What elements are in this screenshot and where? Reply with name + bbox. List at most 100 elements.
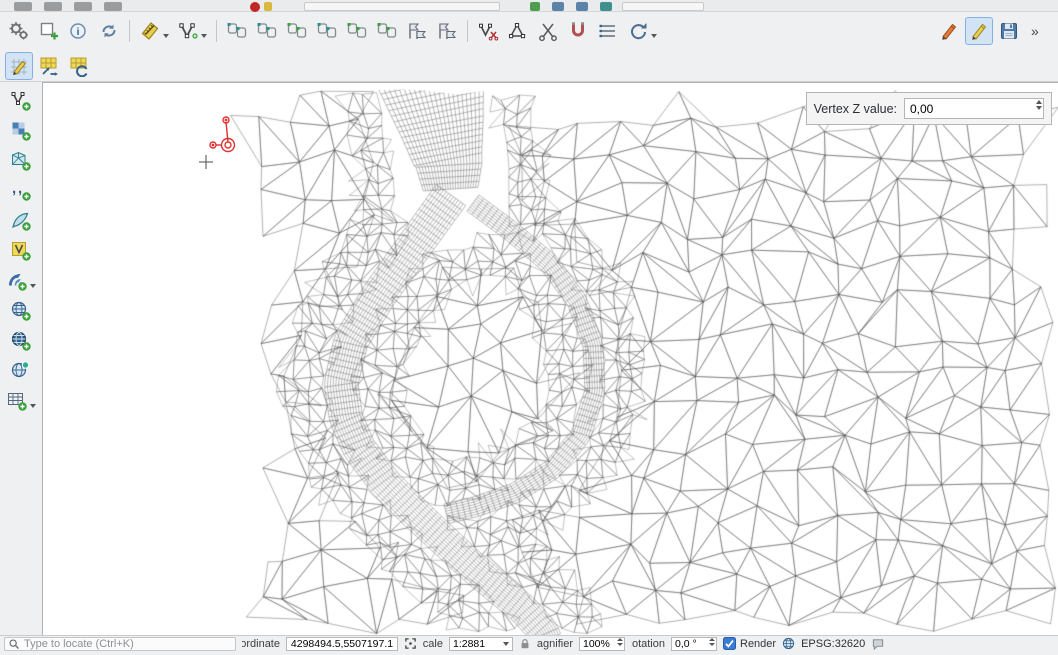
chevron-down-icon[interactable] [30, 284, 36, 288]
vertex-z-input[interactable] [904, 98, 1044, 119]
globePin-glyph [10, 360, 32, 382]
chevron-down-icon[interactable] [30, 404, 36, 408]
add-delimited-text-layer-button[interactable]: ,, [7, 177, 35, 205]
flags-glyph [406, 20, 428, 42]
magnifier-label: Magnifier [537, 638, 573, 650]
scissors-glyph [537, 20, 559, 42]
render-checkbox[interactable]: Render [723, 637, 776, 650]
infoCircle-glyph: i [68, 20, 90, 42]
scale-label: Scale [423, 638, 443, 650]
chevron-down-icon[interactable] [651, 34, 657, 38]
plusSquare-glyph [38, 20, 60, 42]
add-wcs-layer-button[interactable] [7, 297, 35, 325]
add-raster-layer-button[interactable] [7, 117, 35, 145]
refresh-button[interactable] [95, 17, 123, 45]
toggle-edits-pencil-button[interactable] [935, 17, 963, 45]
add-table-layer-button[interactable] [3, 387, 39, 415]
rasterAdd-glyph [10, 120, 32, 142]
current-edits-gears-button[interactable] [5, 17, 33, 45]
chevron-down-icon[interactable] [503, 642, 509, 646]
add-wms-layer-button[interactable] [3, 267, 39, 295]
vsciss-glyph [477, 20, 499, 42]
messages-icon[interactable] [871, 637, 885, 650]
select-mesh-elements-1-button[interactable] [223, 17, 251, 45]
record-icon [250, 2, 260, 12]
transform-vertices-button[interactable] [35, 52, 63, 80]
gears-glyph [8, 20, 30, 42]
save-glyph [998, 20, 1020, 42]
cropped-icon [600, 2, 612, 11]
pairG-glyph [346, 20, 368, 42]
magnet-glyph [567, 20, 589, 42]
add-virtual-layer-button[interactable] [7, 237, 35, 265]
split-faces-button[interactable] [534, 17, 562, 45]
toolbar-overflow-button[interactable]: » [1025, 17, 1053, 45]
rotation-spin[interactable] [671, 637, 717, 651]
add-spatialite-layer-button[interactable] [7, 207, 35, 235]
globePlus-glyph [10, 300, 32, 322]
save-edits-button[interactable] [995, 17, 1023, 45]
digitize-mesh-elements-button[interactable] [5, 52, 33, 80]
cropped-icon [44, 2, 62, 11]
select-mesh-elements-3-button[interactable] [283, 17, 311, 45]
chevron-down-icon[interactable] [163, 34, 169, 38]
cropped-icon [576, 2, 588, 11]
spin-down-icon[interactable] [1036, 106, 1042, 110]
nodes-glyph [507, 20, 529, 42]
vertex-z-spinner[interactable] [1036, 100, 1042, 110]
coordinate-input[interactable] [286, 637, 398, 651]
crs-label[interactable]: EPSG:32620 [801, 638, 865, 650]
rotate-vertices-button[interactable] [624, 17, 660, 45]
globeDark-glyph [10, 330, 32, 352]
add-arcgis-layer-button[interactable] [7, 357, 35, 385]
extents-icon[interactable] [404, 637, 417, 650]
chevron-down-icon[interactable] [201, 34, 207, 38]
toolbar-separator [129, 20, 130, 42]
svg-text:»: » [1031, 23, 1039, 39]
digitize-mesh-vertices-button[interactable] [174, 17, 210, 45]
checkbox-checked-icon[interactable] [723, 637, 736, 650]
magnifier-spin[interactable] [579, 637, 625, 651]
cropped-icon [14, 2, 32, 11]
select-mesh-elements-6-button[interactable] [373, 17, 401, 45]
select-mesh-elements-4-button[interactable] [313, 17, 341, 45]
toolbar-separator [467, 20, 468, 42]
add-mesh-layer-button[interactable] [7, 147, 35, 175]
flags-glyph [436, 20, 458, 42]
snapping-magnet-button[interactable] [564, 17, 592, 45]
rotate-glyph [627, 20, 649, 42]
rotation-spinner[interactable] [709, 638, 715, 646]
magnifier-spinner[interactable] [617, 638, 623, 646]
pencilOrange-glyph [938, 20, 960, 42]
crs-globe-icon[interactable] [782, 637, 795, 650]
remove-vertices-button[interactable] [474, 17, 502, 45]
map-canvas[interactable]: Vertex Z value: [42, 82, 1058, 635]
toolbar-separator [216, 20, 217, 42]
add-wfs-layer-button[interactable] [7, 327, 35, 355]
reindex-mesh-button[interactable] [65, 52, 93, 80]
status-bar: Type to locate (Ctrl+K) Coordinate Scale… [0, 635, 1058, 651]
vertex-z-label: Vertex Z value: [814, 102, 897, 116]
add-part-button[interactable] [35, 17, 63, 45]
pencilGrid-glyph [8, 55, 30, 77]
cropped-icon [552, 2, 564, 11]
face-tool-button[interactable] [504, 17, 532, 45]
force-by-polygon-1-button[interactable] [403, 17, 431, 45]
locator-search[interactable]: Type to locate (Ctrl+K) [4, 637, 236, 651]
select-mesh-elements-2-button[interactable] [253, 17, 281, 45]
spin-up-icon[interactable] [1036, 100, 1042, 104]
cropped-icon [264, 2, 272, 11]
add-vector-layer-button[interactable] [7, 87, 35, 115]
lock-icon[interactable] [519, 637, 531, 650]
svg-text:,: , [12, 180, 16, 197]
force-by-polygon-2-button[interactable] [433, 17, 461, 45]
scale-combo[interactable] [449, 637, 513, 651]
digitize-with-ruler-button[interactable] [136, 17, 172, 45]
edit-mesh-pencil-button[interactable] [965, 17, 993, 45]
select-mesh-elements-5-button[interactable] [343, 17, 371, 45]
info-button[interactable]: i [65, 17, 93, 45]
manage-layers-toolbar: ,, [0, 82, 42, 635]
vAdd-glyph [10, 90, 32, 112]
virtualV-glyph [10, 240, 32, 262]
reindex-rows-button[interactable] [594, 17, 622, 45]
